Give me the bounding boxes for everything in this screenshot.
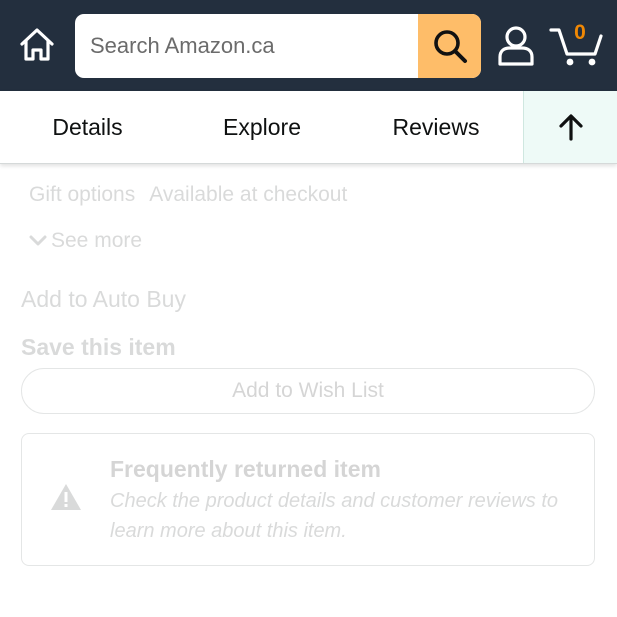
chevron-down-icon xyxy=(29,235,47,246)
account-button[interactable] xyxy=(496,24,536,68)
home-icon xyxy=(20,28,54,61)
gift-options-value: Available at checkout xyxy=(149,183,348,206)
returned-text: Check the product details and customer r… xyxy=(110,490,558,542)
top-header: 0 xyxy=(0,0,617,91)
section-tab-bar: Details Explore Reviews xyxy=(0,91,617,164)
search-bar xyxy=(75,14,481,78)
add-to-auto-buy-link[interactable]: Add to Auto Buy xyxy=(21,286,186,313)
arrow-up-icon xyxy=(559,114,583,141)
add-to-wish-list-button[interactable]: Add to Wish List xyxy=(21,368,595,414)
tab-reviews[interactable]: Reviews xyxy=(375,91,497,163)
cart-button[interactable]: 0 xyxy=(548,21,606,68)
gift-options-label: Gift options xyxy=(29,183,136,206)
search-input[interactable] xyxy=(75,14,418,78)
warning-icon xyxy=(51,484,81,510)
search-button[interactable] xyxy=(418,14,481,78)
see-more-label: See more xyxy=(51,229,143,252)
save-item-heading: Save this item xyxy=(21,334,176,360)
tab-explore[interactable]: Explore xyxy=(200,91,324,163)
cart-count-badge: 0 xyxy=(574,21,586,44)
search-icon xyxy=(433,30,467,63)
returned-title: Frequently returned item xyxy=(110,456,381,482)
tab-details[interactable]: Details xyxy=(30,91,145,163)
gift-options-row: Gift options Available at checkout xyxy=(29,183,347,207)
faded-product-content: Gift options Available at checkout See mo… xyxy=(0,163,617,617)
home-button[interactable] xyxy=(17,25,57,65)
user-icon xyxy=(498,26,534,66)
back-to-top-button[interactable] xyxy=(523,91,617,163)
see-more-link[interactable]: See more xyxy=(29,229,142,253)
frequently-returned-alert: Frequently returned item Check the produ… xyxy=(21,433,595,566)
